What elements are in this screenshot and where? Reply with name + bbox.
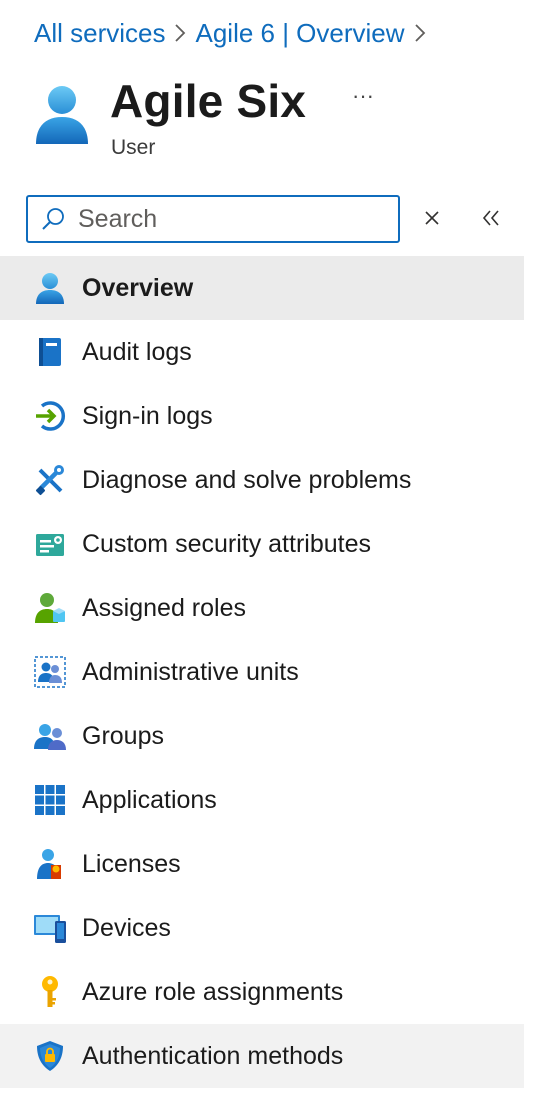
search-input[interactable] (78, 204, 368, 234)
breadcrumb-overview[interactable]: Agile 6 | Overview (195, 18, 404, 49)
shield-lock-icon (33, 1039, 67, 1073)
search-icon (42, 208, 64, 230)
devices-icon (33, 911, 67, 945)
menu-label: Azure role assignments (82, 977, 344, 1006)
menu-item-administrative-units[interactable]: Administrative units (0, 640, 524, 704)
menu-label: Authentication methods (82, 1041, 344, 1070)
menu-item-diagnose[interactable]: Diagnose and solve problems (0, 448, 524, 512)
menu-item-groups[interactable]: Groups (0, 704, 524, 768)
menu-label: Applications (82, 785, 217, 814)
menu-label: Custom security attributes (82, 529, 371, 558)
menu-item-overview[interactable]: Overview (0, 256, 524, 320)
groups-icon (33, 719, 67, 753)
administrative-units-icon (33, 655, 67, 689)
collapse-menu-icon[interactable] (476, 204, 506, 232)
user-icon (33, 271, 67, 305)
menu-label: Groups (82, 721, 164, 750)
menu-item-devices[interactable]: Devices (0, 896, 524, 960)
breadcrumb: All services Agile 6 | Overview (34, 14, 435, 52)
chevron-right-icon (165, 23, 195, 43)
menu-label: Overview (82, 273, 194, 302)
page-subtitle: User (111, 136, 156, 159)
menu-item-authentication-methods[interactable]: Authentication methods (0, 1024, 524, 1088)
menu-item-licenses[interactable]: Licenses (0, 832, 524, 896)
more-options-button[interactable]: ··· (346, 85, 380, 112)
clear-search-icon[interactable] (418, 204, 446, 232)
menu-label: Assigned roles (82, 593, 246, 622)
menu-label: Devices (82, 913, 171, 942)
resource-menu: Overview Audit logs Sign-in logs Diagnos… (0, 256, 524, 1088)
user-icon (36, 86, 88, 144)
breadcrumb-all-services[interactable]: All services (34, 18, 165, 49)
wrench-screwdriver-icon (33, 463, 67, 497)
menu-item-sign-in-logs[interactable]: Sign-in logs (0, 384, 524, 448)
menu-item-azure-role-assignments[interactable]: Azure role assignments (0, 960, 524, 1024)
menu-item-audit-logs[interactable]: Audit logs (0, 320, 524, 384)
menu-item-applications[interactable]: Applications (0, 768, 524, 832)
menu-item-assigned-roles[interactable]: Assigned roles (0, 576, 524, 640)
applications-grid-icon (33, 783, 67, 817)
search-box[interactable] (26, 195, 400, 243)
menu-label: Diagnose and solve problems (82, 465, 412, 494)
key-icon (33, 975, 67, 1009)
page-title: Agile Six (110, 75, 307, 127)
menu-label: Administrative units (82, 657, 299, 686)
audit-log-book-icon (33, 335, 67, 369)
menu-item-custom-security-attributes[interactable]: Custom security attributes (0, 512, 524, 576)
menu-label: Audit logs (82, 337, 192, 366)
licenses-icon (33, 847, 67, 881)
sign-in-arrow-icon (33, 399, 67, 433)
security-attributes-icon (33, 527, 67, 561)
menu-label: Licenses (82, 849, 181, 878)
assigned-roles-icon (33, 591, 67, 625)
menu-label: Sign-in logs (82, 401, 213, 430)
chevron-right-icon (405, 23, 435, 43)
page-header: Agile Six ··· User (34, 70, 534, 170)
